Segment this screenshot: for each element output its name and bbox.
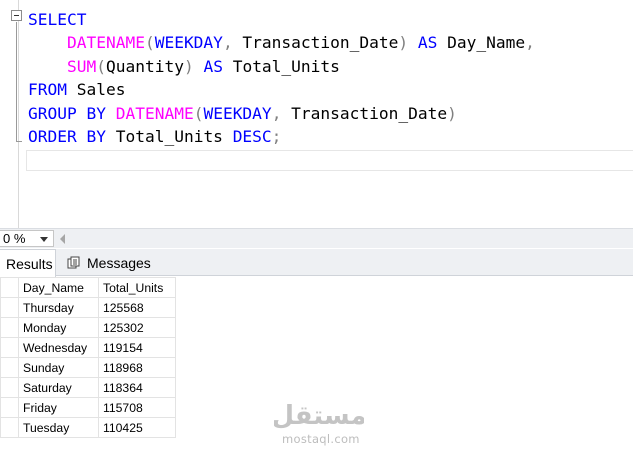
code-token: BY <box>86 103 106 123</box>
code-token: FROM <box>28 80 67 100</box>
fold-guide-end <box>16 141 22 142</box>
row-header[interactable] <box>0 417 19 438</box>
code-token: SUM <box>66 56 97 76</box>
table-row[interactable]: Saturday 118364 <box>0 377 176 398</box>
collapse-icon[interactable] <box>11 10 22 21</box>
cell-day-name[interactable]: Friday <box>18 397 99 418</box>
cell-day-name[interactable]: Monday <box>18 317 99 338</box>
cell-total-units[interactable]: 125302 <box>98 317 176 338</box>
tab-messages[interactable]: Messages <box>63 249 151 276</box>
chevron-down-icon[interactable] <box>40 237 48 242</box>
grid-header-row: Day_Name Total_Units <box>0 277 176 298</box>
code-token: Day_Name <box>437 33 526 53</box>
editor-gutter-border <box>18 0 19 228</box>
code-token: ( <box>144 33 155 53</box>
cell-day-name[interactable]: Saturday <box>18 377 99 398</box>
code-token: ) <box>447 103 457 123</box>
table-row[interactable]: Wednesday 119154 <box>0 337 176 358</box>
code-token: ) <box>398 33 409 53</box>
code-token: DESC <box>232 126 272 146</box>
code-line[interactable]: SELECT <box>28 8 535 31</box>
zoom-value: 0 % <box>3 231 26 246</box>
code-token: DATENAME <box>66 33 145 53</box>
tab-messages-label: Messages <box>87 254 151 271</box>
mostaql-logo: مستقل <box>274 401 364 431</box>
table-row[interactable]: Thursday 125568 <box>0 297 176 318</box>
mostaql-site-text: mostaql.com <box>282 432 360 446</box>
row-header[interactable] <box>0 317 19 338</box>
zoom-dropdown[interactable]: 0 % <box>0 230 54 247</box>
scroll-left-icon[interactable] <box>60 234 65 244</box>
code-token: WEEKDAY <box>203 103 272 123</box>
code-token: BY <box>86 126 106 146</box>
tab-results-label: Results <box>6 255 53 272</box>
code-token: Quantity <box>105 56 184 76</box>
cell-total-units[interactable]: 118364 <box>98 377 176 398</box>
cell-total-units[interactable]: 119154 <box>98 337 176 358</box>
tab-results[interactable]: Results <box>0 249 56 277</box>
code-token: ORDER <box>28 126 77 146</box>
zoom-bar: 0 % <box>0 228 633 248</box>
code-token: Total_Units <box>222 56 340 76</box>
mostaql-watermark: مستقل mostaql.com <box>268 398 368 448</box>
code-token: AS <box>203 56 223 76</box>
code-token: Transaction_Date <box>232 33 399 53</box>
cell-total-units[interactable]: 115708 <box>98 397 176 418</box>
cell-day-name[interactable]: Tuesday <box>18 417 99 438</box>
row-header[interactable] <box>0 337 19 358</box>
code-line[interactable]: FROM Sales <box>28 78 535 101</box>
mostaql-logo-text: مستقل <box>274 401 364 431</box>
code-token: ) <box>183 56 194 76</box>
row-header[interactable] <box>0 357 19 378</box>
table-row[interactable]: Tuesday 110425 <box>0 417 176 438</box>
cell-total-units[interactable]: 125568 <box>98 297 176 318</box>
fold-guide-line <box>16 22 17 142</box>
code-token: DATENAME <box>115 103 194 123</box>
code-token: ( <box>96 56 106 76</box>
column-header-day-name[interactable]: Day_Name <box>18 277 99 298</box>
code-line[interactable]: ORDER BY Total_Units DESC; <box>28 125 535 148</box>
code-token: SELECT <box>28 10 87 29</box>
code-token: ; <box>271 126 282 146</box>
code-token: Transaction_Date <box>281 103 448 123</box>
current-line-highlight <box>26 150 633 171</box>
code-token: Sales <box>66 80 126 100</box>
result-tabs: Results Messages <box>0 249 633 277</box>
code-token: , <box>525 33 535 53</box>
cell-day-name[interactable]: Sunday <box>18 357 99 378</box>
cell-total-units[interactable]: 118968 <box>98 357 176 378</box>
cell-total-units[interactable]: 110425 <box>98 417 176 438</box>
code-line[interactable]: GROUP BY DATENAME(WEEKDAY, Transaction_D… <box>28 102 535 125</box>
row-header[interactable] <box>0 297 19 318</box>
code-line[interactable]: SUM(Quantity) AS Total_Units <box>28 55 535 78</box>
code-token: WEEKDAY <box>154 33 223 53</box>
code-line[interactable]: DATENAME(WEEKDAY, Transaction_Date) AS D… <box>28 31 535 54</box>
code-token: ( <box>193 103 204 123</box>
code-token: , <box>271 103 282 123</box>
query-editor[interactable]: SELECT DATENAME(WEEKDAY, Transaction_Dat… <box>0 0 633 228</box>
code-token: AS <box>417 33 438 53</box>
sql-code[interactable]: SELECT DATENAME(WEEKDAY, Transaction_Dat… <box>28 8 535 148</box>
cell-day-name[interactable]: Thursday <box>18 297 99 318</box>
cell-day-name[interactable]: Wednesday <box>18 337 99 358</box>
code-token: GROUP <box>28 103 77 123</box>
grid-corner[interactable] <box>0 277 19 298</box>
row-header[interactable] <box>0 377 19 398</box>
row-header[interactable] <box>0 397 19 418</box>
column-header-total-units[interactable]: Total_Units <box>98 277 176 298</box>
messages-icon <box>67 256 81 269</box>
table-row[interactable]: Sunday 118968 <box>0 357 176 378</box>
table-row[interactable]: Friday 115708 <box>0 397 176 418</box>
table-row[interactable]: Monday 125302 <box>0 317 176 338</box>
code-token: Total_Units <box>105 126 233 146</box>
code-token: , <box>222 33 233 53</box>
results-grid: Day_Name Total_Units Thursday 125568 Monda… <box>0 277 176 438</box>
